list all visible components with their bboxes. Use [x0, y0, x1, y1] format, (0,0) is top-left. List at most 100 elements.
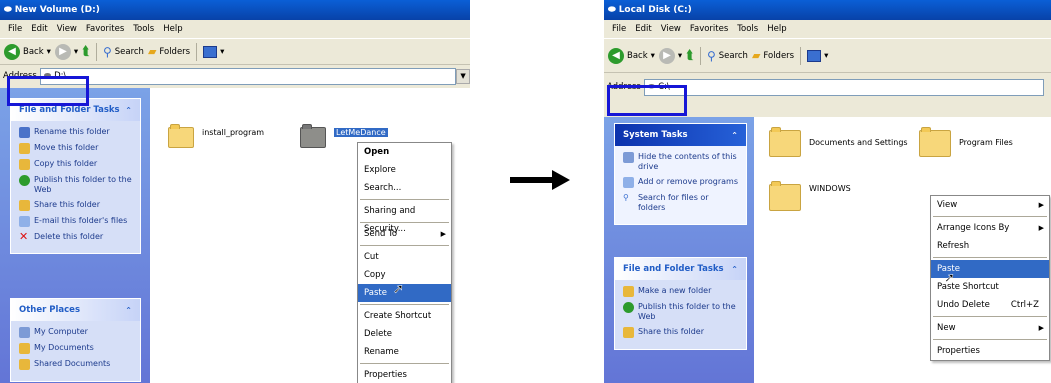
task-add-remove-programs[interactable]: Add or remove programs: [623, 177, 738, 188]
menu-view[interactable]: View: [57, 24, 77, 34]
search-button[interactable]: ⚲ Search: [103, 45, 144, 59]
task-email-files[interactable]: E-mail this folder's files: [19, 216, 132, 227]
views-button[interactable]: ▾: [203, 45, 224, 58]
forward-button[interactable]: ▶ ▾: [54, 43, 78, 60]
task-share-folder[interactable]: Share this folder: [623, 327, 738, 338]
menu-item-view[interactable]: View ▶: [931, 196, 1049, 214]
title-bar: ⬬ New Volume (D:): [0, 0, 470, 20]
address-input[interactable]: ⬬ C:\: [643, 78, 1044, 96]
collapse-chevron-icon[interactable]: ⌃: [731, 265, 738, 274]
documents-folder-icon: [19, 343, 30, 354]
menu-edit[interactable]: Edit: [635, 24, 651, 34]
task-delete-folder[interactable]: ✕ Delete this folder: [19, 231, 132, 242]
folder-label: Documents and Settings: [809, 137, 908, 147]
menu-edit[interactable]: Edit: [31, 24, 47, 34]
collapse-chevron-icon[interactable]: ⌃: [125, 106, 132, 115]
menu-item-refresh[interactable]: Refresh: [931, 237, 1049, 255]
forward-button[interactable]: ▶ ▾: [658, 47, 682, 64]
task-search-files[interactable]: ⚲ Search for files or folders: [623, 193, 738, 213]
collapse-chevron-icon[interactable]: ⌃: [731, 131, 738, 140]
menu-item-new[interactable]: New ▶: [931, 319, 1049, 337]
menu-item-send-to[interactable]: Send To ▶: [358, 225, 451, 243]
menu-item-copy[interactable]: Copy: [358, 266, 451, 284]
folder-label-selected: LetMeDance: [334, 127, 388, 137]
separator: [800, 46, 802, 65]
address-dropdown-button[interactable]: ▼: [456, 68, 470, 84]
menu-item-paste[interactable]: Paste: [358, 284, 451, 302]
back-button[interactable]: ◀ Back ▾: [4, 43, 51, 60]
task-share-folder[interactable]: Share this folder: [19, 200, 132, 211]
panel-header[interactable]: Other Places ⌃: [11, 299, 140, 321]
menu-item-properties[interactable]: Properties: [931, 342, 1049, 360]
folder-context-menu: Open Explore Search... Sharing and Secur…: [357, 142, 452, 383]
submenu-arrow-icon: ▶: [1038, 224, 1044, 232]
toolbar: ◀ Back ▾ ▶ ▾ ⮬ ⚲ Search ▰ Folders ▾: [0, 39, 470, 65]
share-icon: [19, 200, 30, 211]
share-icon: [623, 327, 634, 338]
mouse-pointer-icon: ➚: [393, 282, 404, 298]
menu-item-cut[interactable]: Cut: [358, 248, 451, 266]
globe-icon: [623, 302, 634, 313]
folder-program-files[interactable]: Program Files: [919, 127, 1013, 157]
back-arrow-icon: ◀: [4, 43, 20, 60]
computer-icon: [19, 327, 30, 338]
menu-item-explore[interactable]: Explore: [358, 161, 451, 179]
menu-separator: [360, 363, 449, 364]
system-tasks-panel: System Tasks ⌃ Hide the contents of this…: [614, 123, 747, 225]
up-folder-icon[interactable]: ⮬: [686, 48, 694, 63]
place-my-computer[interactable]: My Computer: [19, 327, 132, 338]
menu-favorites[interactable]: Favorites: [690, 24, 728, 34]
mouse-pointer-icon: ➚: [944, 271, 955, 287]
task-publish-web[interactable]: Publish this folder to the Web: [19, 175, 132, 195]
search-icon: ⚲: [102, 44, 112, 59]
drive-icon: ⬬: [4, 5, 12, 15]
folder-windows[interactable]: WINDOWS: [769, 181, 851, 211]
folder-icon: [300, 124, 326, 148]
menu-item-create-shortcut[interactable]: Create Shortcut: [358, 307, 451, 325]
menu-item-sharing-security[interactable]: Sharing and Security...: [358, 202, 451, 234]
panel-header[interactable]: System Tasks ⌃: [615, 124, 746, 146]
email-icon: [19, 216, 30, 227]
folder-label: WINDOWS: [809, 183, 851, 193]
menu-tools[interactable]: Tools: [737, 24, 758, 34]
menu-item-rename[interactable]: Rename: [358, 343, 451, 361]
folders-button[interactable]: ▰ Folders: [148, 45, 190, 58]
up-folder-icon[interactable]: ⮬: [82, 44, 90, 59]
menu-favorites[interactable]: Favorites: [86, 24, 124, 34]
address-input[interactable]: ⬬ D:\: [39, 67, 457, 85]
task-copy-folder[interactable]: Copy this folder: [19, 159, 132, 170]
task-hide-drive-contents[interactable]: Hide the contents of this drive: [623, 152, 738, 172]
collapse-chevron-icon[interactable]: ⌃: [125, 306, 132, 315]
task-pane: File and Folder Tasks ⌃ Rename this fold…: [0, 88, 150, 383]
submenu-arrow-icon: ▶: [1038, 201, 1044, 209]
place-shared-documents[interactable]: Shared Documents: [19, 359, 132, 370]
task-make-new-folder[interactable]: Make a new folder: [623, 286, 738, 297]
menu-item-delete[interactable]: Delete: [358, 325, 451, 343]
place-my-documents[interactable]: My Documents: [19, 343, 132, 354]
menu-item-search[interactable]: Search...: [358, 179, 451, 197]
menu-item-open[interactable]: Open: [358, 143, 451, 161]
task-publish-web[interactable]: Publish this folder to the Web: [623, 302, 738, 322]
task-rename-folder[interactable]: Rename this folder: [19, 127, 132, 138]
menu-item-undo-delete[interactable]: Undo Delete Ctrl+Z: [931, 296, 1049, 314]
search-button[interactable]: ⚲ Search: [707, 49, 748, 63]
menu-file[interactable]: File: [612, 24, 626, 34]
views-button[interactable]: ▾: [807, 49, 828, 62]
menu-tools[interactable]: Tools: [133, 24, 154, 34]
menu-help[interactable]: Help: [767, 24, 786, 34]
rename-icon: [19, 127, 30, 138]
task-move-folder[interactable]: Move this folder: [19, 143, 132, 154]
folder-install-program[interactable]: install_program: [168, 124, 264, 148]
folder-documents-and-settings[interactable]: Documents and Settings: [769, 127, 908, 157]
menu-view[interactable]: View: [661, 24, 681, 34]
address-highlight-box: [7, 76, 89, 106]
menu-item-properties[interactable]: Properties: [358, 366, 451, 383]
menu-item-arrange-icons[interactable]: Arrange Icons By ▶: [931, 219, 1049, 237]
menu-file[interactable]: File: [8, 24, 22, 34]
panel-header[interactable]: File and Folder Tasks ⌃: [615, 258, 746, 280]
back-button[interactable]: ◀ Back ▾: [608, 47, 655, 64]
menu-separator: [933, 257, 1047, 258]
folder-icon: [769, 127, 801, 157]
folders-button[interactable]: ▰ Folders: [752, 49, 794, 62]
menu-help[interactable]: Help: [163, 24, 182, 34]
